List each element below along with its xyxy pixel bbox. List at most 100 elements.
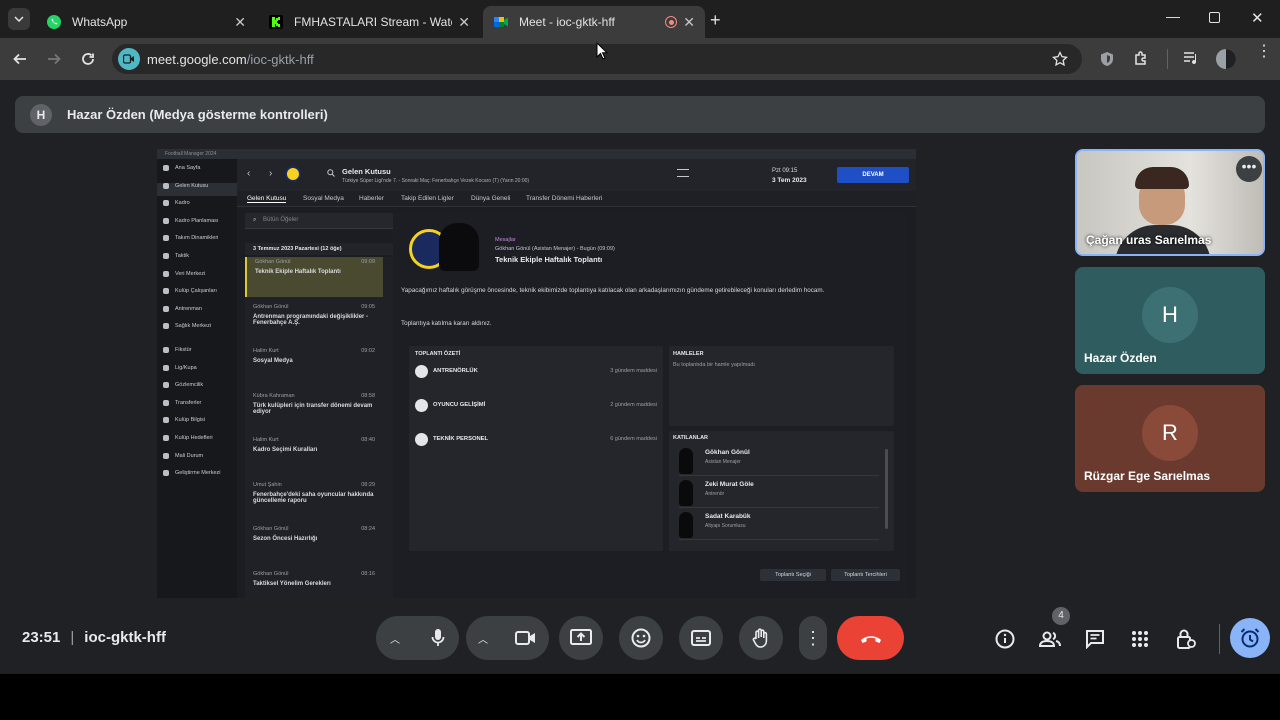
- fm-subtab: Transfer Dönemi Haberleri: [526, 195, 603, 202]
- chevron-up-icon[interactable]: ︿: [390, 631, 400, 646]
- fm-subtab: Sosyal Medya: [303, 195, 344, 202]
- chat-button[interactable]: [1080, 624, 1110, 654]
- camera-icon[interactable]: [515, 630, 537, 646]
- close-icon[interactable]: ✕: [458, 14, 470, 31]
- more-options-icon[interactable]: •••: [1236, 156, 1262, 182]
- nav-item-icon: [163, 200, 169, 207]
- extensions-puzzle-icon[interactable]: [1133, 50, 1150, 67]
- nav-item-label: Kadro: [175, 200, 190, 207]
- tab-whatsapp[interactable]: WhatsApp ✕: [36, 6, 256, 38]
- more-options-button[interactable]: ⋮: [799, 616, 827, 660]
- present-screen-button[interactable]: [559, 616, 603, 660]
- nav-item-icon: [163, 323, 169, 330]
- message-decision: Toplantıya katılma kararı aldınız.: [401, 320, 492, 327]
- attendee-row: Sadat Karabük Altyapı Sorumlusu: [679, 512, 879, 540]
- meet-icon: [494, 17, 508, 27]
- fm-inbox-item: Halim Kurt 09:02 Sosyal Medya: [245, 346, 383, 386]
- fm-search-field: ⌕ Bütün Öğeler: [245, 213, 393, 229]
- people-button[interactable]: [1035, 624, 1065, 654]
- people-count-badge: 4: [1052, 607, 1070, 625]
- captions-button[interactable]: [679, 616, 723, 660]
- inbox-time: 09:09: [361, 259, 375, 265]
- nav-item-icon: [163, 182, 169, 189]
- profile-avatar[interactable]: [1216, 49, 1236, 69]
- club-badge-icon: [285, 166, 301, 182]
- nav-item-icon: [163, 253, 169, 259]
- forward-arrow-icon[interactable]: [46, 51, 62, 67]
- fm-continue-button: DEVAM: [837, 167, 909, 183]
- inbox-time: 08:24: [361, 526, 375, 532]
- chevron-up-icon[interactable]: ︿: [478, 631, 488, 646]
- minimize-button[interactable]: —: [1166, 8, 1180, 24]
- more-vert-icon: ⋮: [804, 628, 822, 648]
- fm-subtab: Takip Edilen Ligler: [401, 195, 454, 202]
- attendees-panel: KATILANLAR Gökhan Gönül Asistan Menajer Ze…: [669, 431, 894, 551]
- close-window-button[interactable]: ✕: [1251, 9, 1264, 27]
- timer-button[interactable]: [1230, 618, 1270, 658]
- url-domain: meet.google.com: [147, 52, 247, 67]
- browser-menu-icon[interactable]: ⋮: [1256, 44, 1272, 60]
- fm-header: ‹ › Gelen Kutusu Türkiye Süper Ligi'nde …: [237, 159, 916, 191]
- nav-item-icon: [163, 417, 169, 424]
- bookmark-star-icon[interactable]: [1052, 51, 1068, 67]
- fm-inbox-item: Gökhan Gönül 09:09 Teknik Ekiple Haftalık …: [245, 257, 383, 297]
- summary-title: TOPLANTI ÖZETİ: [415, 351, 461, 357]
- new-tab-button[interactable]: +: [710, 10, 721, 31]
- attendee-role: Altyapı Sorumlusu: [705, 523, 746, 529]
- fm-nav-item: Transferler: [163, 399, 201, 406]
- maximize-button[interactable]: [1209, 12, 1220, 23]
- tab-stream[interactable]: FMHASTALARI Stream - Watch ✕: [258, 6, 480, 38]
- nav-item-label: Taktik: [175, 253, 190, 259]
- search-icon: [327, 169, 335, 177]
- participant-name: Hazar Özden: [1084, 351, 1157, 365]
- nav-item-icon: [163, 435, 169, 441]
- fm-nav-item: Taktik: [163, 253, 189, 259]
- participant-tile-video[interactable]: ••• Çağan uras Sarıelmas: [1075, 149, 1265, 256]
- participant-avatar: H: [1142, 286, 1198, 343]
- inbox-subject: Türk kulüpleri için transfer dönemi deva…: [253, 402, 373, 415]
- shield-extension-icon[interactable]: [1100, 51, 1114, 67]
- nav-item-label: Veri Merkezi: [175, 270, 206, 277]
- meeting-summary-panel: TOPLANTI ÖZETİ ANTRENÖRLÜK 3 gündem madde…: [409, 346, 663, 551]
- url-text: meet.google.com/ioc-gktk-hff: [147, 52, 314, 67]
- nav-item-label: Kulüp Hedefleri: [175, 435, 213, 441]
- media-control-icon[interactable]: [1183, 51, 1200, 66]
- attendees-title: KATILANLAR: [673, 435, 709, 441]
- participant-tile-hazar[interactable]: H Hazar Özden: [1075, 267, 1265, 374]
- chat-icon: [1086, 630, 1104, 649]
- participant-tile-ruzgar[interactable]: R Rüzgar Ege Sarıelmas: [1075, 385, 1265, 492]
- leave-call-button[interactable]: [837, 616, 904, 660]
- reactions-button[interactable]: [619, 616, 663, 660]
- microphone-icon[interactable]: [431, 628, 445, 648]
- meeting-code: ioc-gktk-hff: [84, 629, 166, 646]
- raise-hand-icon: [752, 628, 768, 648]
- recording-icon: [665, 16, 678, 28]
- inbox-from: Kübra Kahraman: [253, 392, 295, 399]
- participant-name: Rüzgar Ege Sarıelmas: [1084, 469, 1211, 483]
- site-info-icon[interactable]: [118, 48, 140, 70]
- tab-search-button[interactable]: [8, 8, 30, 30]
- nav-item-label: Takım Dinamikleri: [175, 235, 219, 242]
- attendee-role: Antrenör: [705, 491, 725, 497]
- shared-screen: Football Manager 2024 Ana Sayfa Gelen Kut…: [157, 149, 916, 598]
- activities-button[interactable]: [1125, 624, 1155, 654]
- fm-titlebar: Football Manager 2024: [157, 149, 916, 159]
- fm-inbox-item: Gökhan Gönül 08:24 Sezon Öncesi Hazırlığı: [245, 524, 383, 564]
- fm-nav-item: Mali Durum: [163, 452, 203, 459]
- nav-item-icon: [163, 347, 169, 353]
- close-icon[interactable]: ✕: [683, 14, 695, 31]
- tab-meet[interactable]: Meet - ioc-gktk-hff ✕: [483, 6, 705, 38]
- back-arrow-icon[interactable]: [12, 51, 28, 67]
- host-controls-button[interactable]: [1171, 624, 1201, 654]
- close-icon[interactable]: ✕: [234, 14, 246, 31]
- nav-item-label: Gözlemcilik: [175, 382, 204, 389]
- summary-row: OYUNCU GELİŞİMİ 2 gündem maddesi: [415, 399, 657, 413]
- nav-item-icon: [163, 470, 169, 477]
- reload-icon[interactable]: [80, 51, 96, 67]
- raise-hand-button[interactable]: [739, 616, 783, 660]
- summary-row-icon: [415, 365, 428, 378]
- nav-item-label: Gelen Kutusu: [175, 182, 209, 189]
- meeting-details-button[interactable]: [990, 624, 1020, 654]
- nav-item-label: Antrenman: [175, 305, 202, 312]
- summary-row-count: 6 gündem maddesi: [610, 436, 657, 442]
